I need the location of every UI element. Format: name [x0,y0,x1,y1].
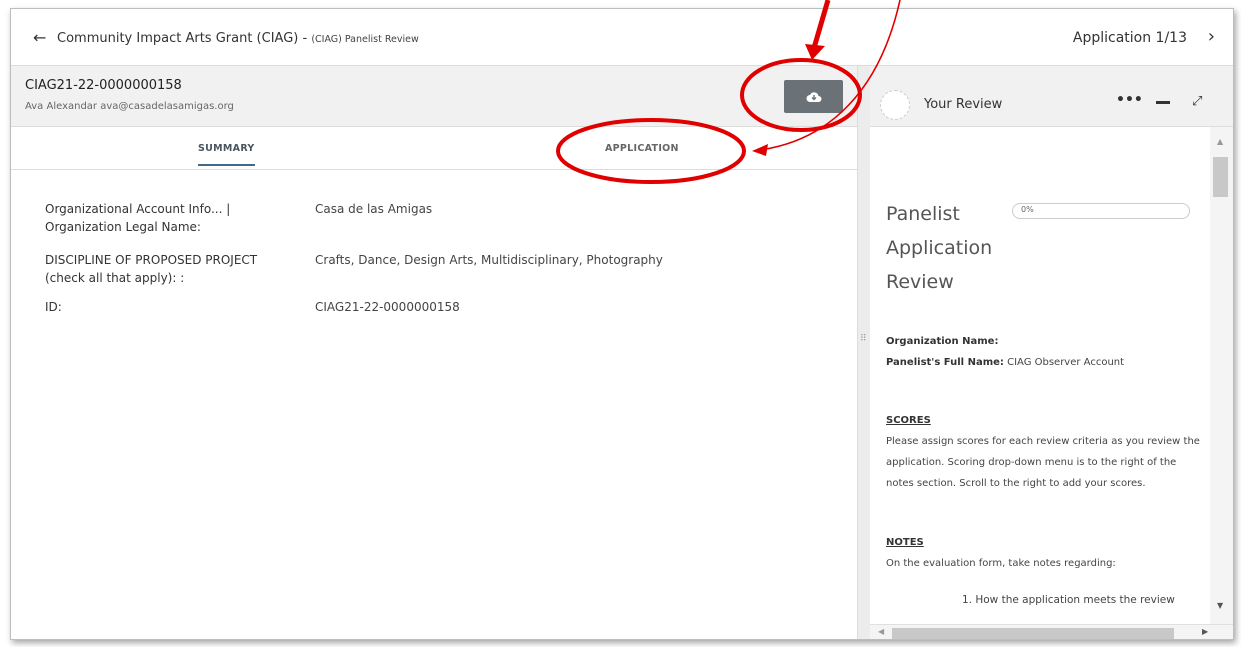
next-application-icon[interactable]: › [1208,26,1215,47]
summary-value: Crafts, Dance, Design Arts, Multidiscipl… [315,253,663,267]
tab-application[interactable]: APPLICATION [605,143,679,154]
org-name-label: Organization Name: [886,336,999,347]
top-bar: ← Community Impact Arts Grant (CIAG) - (… [11,9,1233,66]
scroll-right-icon[interactable]: ▶ [1202,627,1208,636]
review-form-title: Panelist Application Review [886,203,993,293]
notes-section: NOTES On the evaluation form, take notes… [886,532,1202,574]
summary-value: Casa de las Amigas [315,202,433,216]
summary-label: DISCIPLINE OF PROPOSED PROJECT (check al… [45,253,258,285]
tab-bar: SUMMARY APPLICATION [11,127,857,170]
scroll-left-icon[interactable]: ◀ [878,627,884,636]
scroll-thumb[interactable] [1213,157,1228,197]
review-header: Your Review ••• ⤢ [870,66,1233,127]
panelist-name-field: Panelist's Full Name: CIAG Observer Acco… [886,352,1202,373]
notes-heading: NOTES [886,537,924,548]
scores-text: Please assign scores for each review cri… [886,436,1200,489]
cloud-download-icon [806,91,821,102]
panelist-name-value: CIAG Observer Account [1007,357,1125,368]
tab-summary[interactable]: SUMMARY [198,143,255,166]
drag-grip-icon[interactable]: ⠿ [860,334,867,344]
horizontal-scrollbar[interactable]: ◀ ▶ [870,624,1233,639]
applicant-header: CIAG21-22-0000000158 Ava Alexandar ava@c… [11,66,857,127]
review-label: Your Review [924,97,1003,112]
scroll-down-icon[interactable]: ▼ [1217,601,1223,610]
list-item: 1. How the application meets the review [962,594,1175,606]
scores-section: SCORES Please assign scores for each rev… [886,410,1202,494]
back-arrow-icon[interactable]: ← [33,28,46,47]
review-form: Panelist Application Review 0% Organizat… [870,127,1210,624]
vertical-scrollbar[interactable]: ▲ ▼ [1210,127,1233,624]
review-subtitle: (CIAG) Panelist Review [311,34,419,45]
application-counter: Application 1/13 [1072,30,1187,46]
app-window: ← Community Impact Arts Grant (CIAG) - (… [10,8,1234,640]
more-options-icon[interactable]: ••• [1116,92,1143,108]
progress-value: 0% [1021,205,1034,214]
page-title[interactable]: Community Impact Arts Grant (CIAG) - (CI… [57,31,419,46]
scroll-up-icon[interactable]: ▲ [1217,137,1223,146]
applicant-contact: Ava Alexandar ava@casadelasamigas.org [25,101,234,112]
scores-heading: SCORES [886,415,931,426]
summary-label: ID: [45,300,62,314]
notes-text: On the evaluation form, take notes regar… [886,558,1116,569]
expand-icon[interactable]: ⤢ [1192,94,1202,109]
summary-value: CIAG21-22-0000000158 [315,300,460,314]
panelist-name-label: Panelist's Full Name: [886,357,1004,368]
grant-title: Community Impact Arts Grant (CIAG) - [57,31,312,46]
progress-bar: 0% [1012,203,1190,219]
minimize-icon[interactable] [1156,101,1170,104]
progress-ring-icon [880,90,910,120]
summary-panel: Organizational Account Info... | Organiz… [11,170,857,639]
download-button[interactable] [784,80,843,113]
scroll-thumb[interactable] [892,628,1174,639]
application-id: CIAG21-22-0000000158 [25,78,182,93]
org-name-field: Organization Name: [886,331,1202,352]
summary-label: Organizational Account Info... | Organiz… [45,202,231,234]
panel-splitter[interactable]: ⠿ [857,66,871,639]
